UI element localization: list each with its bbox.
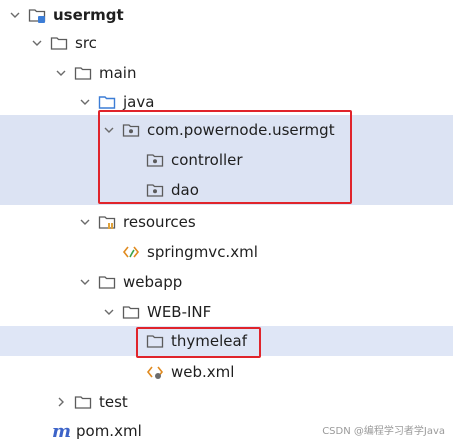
folder-icon [74,393,92,411]
folder-icon [74,64,92,82]
tree-item-webapp[interactable]: webapp [0,267,453,297]
tree-item-label: test [99,393,128,411]
chevron-down-icon[interactable] [78,95,92,109]
chevron-down-icon[interactable] [8,8,22,22]
tree-item-springmvc-xml[interactable]: springmvc.xml [0,237,453,267]
tree-item-label: src [75,34,97,52]
xml-file-icon [146,363,164,381]
xml-file-icon [122,243,140,261]
tree-item-label: springmvc.xml [147,243,258,261]
chevron-down-icon[interactable] [30,36,44,50]
chevron-down-icon[interactable] [78,215,92,229]
tree-item-label: main [99,64,137,82]
highlight-box-packages [98,110,352,204]
tree-item-label: webapp [123,273,183,291]
folder-icon [98,273,116,291]
source-folder-icon [98,93,116,111]
maven-icon: m [52,420,72,442]
project-tree: usermgt src main java com.powernode.user… [0,0,453,442]
tree-item-main[interactable]: main [0,58,453,88]
tree-item-label: usermgt [53,6,124,24]
resources-folder-icon [98,213,116,231]
chevron-down-icon[interactable] [78,275,92,289]
chevron-right-icon[interactable] [54,395,68,409]
watermark: CSDN @编程学习者学Java [322,426,445,437]
tree-item-resources[interactable]: resources [0,207,453,237]
folder-icon [122,303,140,321]
tree-item-label: WEB-INF [147,303,212,321]
tree-item-web-xml[interactable]: web.xml [0,357,453,387]
chevron-down-icon[interactable] [102,305,116,319]
tree-item-usermgt[interactable]: usermgt [0,0,453,30]
tree-item-label: resources [123,213,196,231]
tree-item-label: java [123,93,155,111]
tree-item-web-inf[interactable]: WEB-INF [0,297,453,327]
tree-item-label: web.xml [171,363,235,381]
folder-icon [50,34,68,52]
chevron-down-icon[interactable] [54,66,68,80]
highlight-box-thymeleaf [136,327,261,358]
tree-item-test[interactable]: test [0,387,453,417]
module-folder-icon [28,6,46,24]
tree-item-label: pom.xml [76,422,142,440]
tree-item-src[interactable]: src [0,28,453,58]
